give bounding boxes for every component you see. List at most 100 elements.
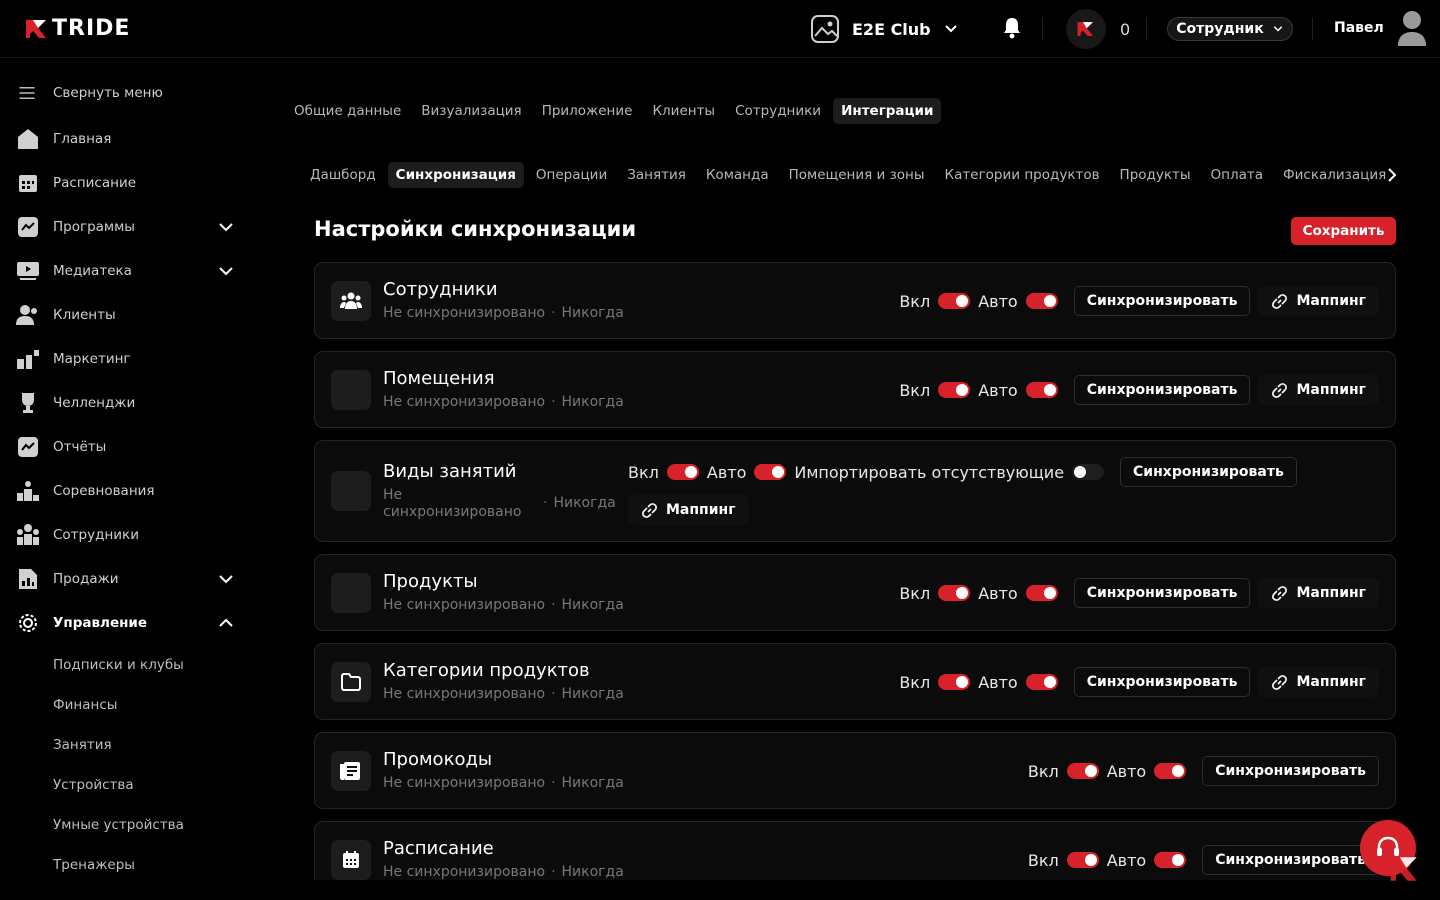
tab-sub-9[interactable]: Фискализация [1275,162,1394,188]
auto-label: Авто [978,380,1018,400]
avatar-icon[interactable] [1396,10,1428,48]
sidebar-subitem-classes[interactable]: Занятия [53,737,112,753]
mapping-button[interactable]: Маппинг [1258,286,1379,316]
tab-sub-7[interactable]: Продукты [1112,162,1199,188]
sidebar-item-sales[interactable]: Продажи [0,559,250,599]
tride-points-icon [1077,22,1093,36]
sidebar-item-home[interactable]: Главная [0,119,250,159]
sidebar-item-marketing[interactable]: Маркетинг [0,339,250,379]
mapping-button[interactable]: Маппинг [1258,667,1379,697]
link-icon [1272,382,1288,398]
sidebar-item-challenges[interactable]: Челленджи [0,383,250,423]
blank-icon [331,471,371,511]
podium-icon [17,481,39,501]
sidebar-item-media[interactable]: Медиатека [0,251,250,291]
sync-card-status: Не синхронизировано · Никогда [383,394,624,410]
mapping-button[interactable]: Маппинг [1258,578,1379,608]
sidebar-item-label: Отчёты [53,439,107,455]
sync-button[interactable]: Синхронизировать [1073,286,1251,316]
on-toggle[interactable] [938,674,971,690]
sync-card-title: Сотрудники [383,279,498,300]
tab-main-1[interactable]: Визуализация [413,98,529,124]
top-bar: TRIDE E2E Club 0 Сотрудник Павел [0,0,1440,58]
club-selector[interactable]: E2E Club [810,13,959,45]
points-widget[interactable]: 0 [1066,9,1130,49]
mapping-button[interactable]: Маппинг [628,495,749,525]
tab-sub-3[interactable]: Занятия [619,162,694,188]
tab-main-5[interactable]: Интеграции [833,98,942,124]
on-toggle[interactable] [1066,852,1099,868]
tab-sub-8[interactable]: Оплата [1203,162,1272,188]
sync-button[interactable]: Синхронизировать [1120,457,1297,487]
on-toggle[interactable] [938,382,971,398]
tab-main-0[interactable]: Общие данные [286,98,409,124]
sidebar-subitem-subscriptions[interactable]: Подписки и клубы [53,657,184,673]
tab-sub-0[interactable]: Дашборд [302,162,384,188]
tab-main-3[interactable]: Клиенты [644,98,723,124]
role-label: Сотрудник [1176,21,1264,37]
sidebar-collapse[interactable]: Свернуть меню [0,73,250,113]
on-toggle[interactable] [666,464,699,480]
tab-main-4[interactable]: Сотрудники [727,98,829,124]
sidebar-item-programs[interactable]: Программы [0,207,250,247]
sidebar-item-label: Клиенты [53,307,116,323]
auto-toggle[interactable] [1025,674,1058,690]
gear-icon [19,614,37,632]
brand-logo[interactable]: TRIDE [24,17,130,41]
sync-button[interactable]: Синхронизировать [1202,845,1379,875]
auto-label: Авто [978,672,1018,692]
on-toggle[interactable] [938,585,971,601]
mapping-button[interactable]: Маппинг [1258,375,1379,405]
on-label: Вкл [628,462,659,482]
sync-card-list: Сотрудники Не синхронизировано · Никогда Вкл… [314,262,1396,880]
sync-button[interactable]: Синхронизировать [1073,375,1251,405]
on-toggle[interactable] [1066,763,1099,779]
import-missing-toggle[interactable] [1072,464,1105,480]
sidebar-item-clients[interactable]: Клиенты [0,295,250,335]
tab-main-2[interactable]: Приложение [534,98,641,124]
save-button[interactable]: Сохранить [1291,217,1396,245]
auto-toggle[interactable] [1154,852,1187,868]
sidebar-item-management[interactable]: Управление [0,603,250,643]
sidebar-item-staff[interactable]: Сотрудники [0,515,250,555]
tab-sub-5[interactable]: Помещения и зоны [781,162,933,188]
auto-toggle[interactable] [1025,293,1058,309]
on-toggle[interactable] [938,293,971,309]
link-icon [1272,674,1288,690]
sidebar-subitem-equipment[interactable]: Тренажеры [53,857,135,873]
role-selector[interactable]: Сотрудник [1167,17,1293,41]
chevron-right-icon[interactable] [1384,167,1400,183]
auto-toggle[interactable] [1025,382,1058,398]
auto-toggle[interactable] [1025,585,1058,601]
auto-toggle[interactable] [1154,763,1187,779]
sidebar-subitem-devices[interactable]: Устройства [53,777,134,793]
on-label: Вкл [1027,761,1059,781]
sync-button[interactable]: Синхронизировать [1073,578,1251,608]
sidebar-collapse-label: Свернуть меню [53,85,163,101]
auto-label: Авто [978,291,1018,311]
tab-sub-1[interactable]: Синхронизация [387,162,524,188]
chart-icon [18,217,38,237]
auto-label: Авто [706,462,747,482]
user-name[interactable]: Павел [1334,20,1384,36]
sidebar-item-reports[interactable]: Отчёты [0,427,250,467]
sidebar-subitem-finance[interactable]: Финансы [53,697,117,713]
auto-label: Авто [1106,850,1147,870]
auto-label: Авто [978,583,1018,603]
bell-icon[interactable] [1002,17,1022,39]
tab-sub-2[interactable]: Операции [528,162,615,188]
menu-icon [19,87,35,99]
sidebar-item-schedule[interactable]: Расписание [0,163,250,203]
sidebar-item-competitions[interactable]: Соревнования [0,471,250,511]
points-logo [1066,9,1106,49]
tab-sub-6[interactable]: Категории продуктов [937,162,1108,188]
calendar-icon [19,175,37,192]
sync-card: Виды занятий Не синхронизировано · Никогда В… [314,440,1396,542]
sidebar-subitem-smart-devices[interactable]: Умные устройства [53,817,184,833]
chevron-down-icon [219,223,233,232]
tab-sub-4[interactable]: Команда [698,162,777,188]
sync-button[interactable]: Синхронизировать [1202,756,1379,786]
sync-button[interactable]: Синхронизировать [1073,667,1251,697]
tride-logo-icon [26,20,46,38]
auto-toggle[interactable] [754,464,787,480]
